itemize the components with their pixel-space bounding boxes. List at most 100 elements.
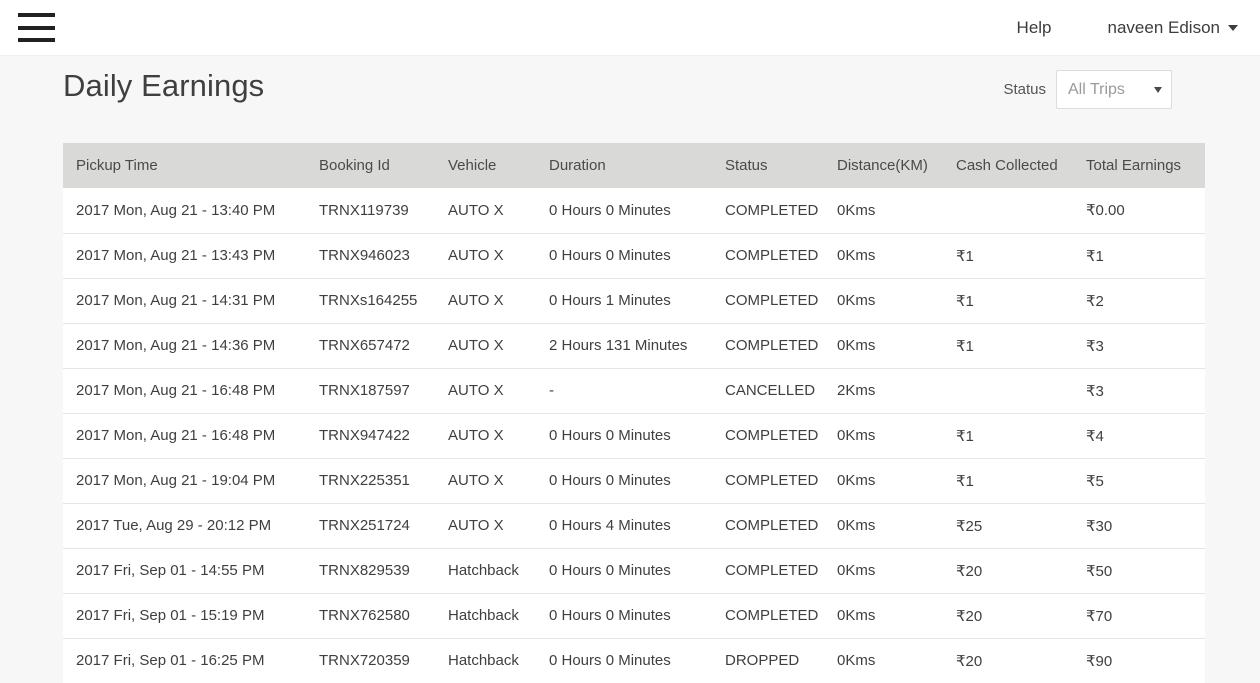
cell-total-earnings: ₹70 bbox=[1073, 593, 1205, 638]
cell-vehicle: AUTO X bbox=[435, 233, 536, 278]
cell-booking-id: TRNX947422 bbox=[306, 413, 435, 458]
table-row[interactable]: 2017 Mon, Aug 21 - 13:40 PMTRNX119739AUT… bbox=[63, 188, 1205, 233]
table-row[interactable]: 2017 Mon, Aug 21 - 19:04 PMTRNX225351AUT… bbox=[63, 458, 1205, 503]
cell-total-earnings: ₹90 bbox=[1073, 638, 1205, 683]
earnings-table: Pickup Time Booking Id Vehicle Duration … bbox=[63, 143, 1205, 683]
cell-duration: 0 Hours 0 Minutes bbox=[536, 548, 712, 593]
hamburger-menu-icon[interactable] bbox=[18, 13, 55, 42]
cell-cash-collected: ₹1 bbox=[943, 233, 1073, 278]
cell-distance: 0Kms bbox=[824, 503, 943, 548]
column-header-duration[interactable]: Duration bbox=[536, 143, 712, 188]
cell-vehicle: AUTO X bbox=[435, 188, 536, 233]
cell-distance: 0Kms bbox=[824, 638, 943, 683]
cell-booking-id: TRNXs164255 bbox=[306, 278, 435, 323]
cell-distance: 0Kms bbox=[824, 593, 943, 638]
column-header-distance[interactable]: Distance(KM) bbox=[824, 143, 943, 188]
cell-cash-collected: ₹1 bbox=[943, 458, 1073, 503]
navbar-right-group: Help naveen Edison bbox=[1003, 0, 1260, 56]
cell-status: DROPPED bbox=[712, 638, 824, 683]
cell-cash-collected: ₹1 bbox=[943, 278, 1073, 323]
select-arrow-down-icon bbox=[1154, 87, 1162, 93]
cell-cash-collected: ₹20 bbox=[943, 638, 1073, 683]
cell-cash-collected: ₹25 bbox=[943, 503, 1073, 548]
cell-pickup-time: 2017 Mon, Aug 21 - 16:48 PM bbox=[63, 368, 306, 413]
cell-pickup-time: 2017 Mon, Aug 21 - 14:31 PM bbox=[63, 278, 306, 323]
cell-duration: 0 Hours 0 Minutes bbox=[536, 233, 712, 278]
cell-cash-collected: ₹1 bbox=[943, 323, 1073, 368]
cell-pickup-time: 2017 Fri, Sep 01 - 15:19 PM bbox=[63, 593, 306, 638]
cell-vehicle: AUTO X bbox=[435, 413, 536, 458]
status-filter-value: All Trips bbox=[1057, 81, 1125, 99]
cell-duration: 0 Hours 1 Minutes bbox=[536, 278, 712, 323]
column-header-booking-id[interactable]: Booking Id bbox=[306, 143, 435, 188]
cell-cash-collected bbox=[943, 188, 1073, 233]
cell-total-earnings: ₹30 bbox=[1073, 503, 1205, 548]
cell-status: COMPLETED bbox=[712, 548, 824, 593]
cell-distance: 0Kms bbox=[824, 278, 943, 323]
cell-distance: 0Kms bbox=[824, 233, 943, 278]
cell-vehicle: AUTO X bbox=[435, 323, 536, 368]
cell-duration: - bbox=[536, 368, 712, 413]
hamburger-bar bbox=[18, 13, 55, 17]
column-header-status[interactable]: Status bbox=[712, 143, 824, 188]
cell-booking-id: TRNX225351 bbox=[306, 458, 435, 503]
help-link[interactable]: Help bbox=[1003, 0, 1066, 56]
cell-distance: 0Kms bbox=[824, 413, 943, 458]
status-filter-select[interactable]: All Trips bbox=[1056, 70, 1172, 109]
page-header: Daily Earnings Status All Trips bbox=[0, 56, 1260, 122]
table-row[interactable]: 2017 Fri, Sep 01 - 15:19 PMTRNX762580Hat… bbox=[63, 593, 1205, 638]
table-row[interactable]: 2017 Mon, Aug 21 - 14:36 PMTRNX657472AUT… bbox=[63, 323, 1205, 368]
table-row[interactable]: 2017 Fri, Sep 01 - 16:25 PMTRNX720359Hat… bbox=[63, 638, 1205, 683]
cell-total-earnings: ₹4 bbox=[1073, 413, 1205, 458]
cell-total-earnings: ₹3 bbox=[1073, 368, 1205, 413]
cell-pickup-time: 2017 Mon, Aug 21 - 19:04 PM bbox=[63, 458, 306, 503]
column-header-cash-collected[interactable]: Cash Collected bbox=[943, 143, 1073, 188]
cell-distance: 2Kms bbox=[824, 368, 943, 413]
cell-vehicle: AUTO X bbox=[435, 503, 536, 548]
cell-pickup-time: 2017 Fri, Sep 01 - 16:25 PM bbox=[63, 638, 306, 683]
table-row[interactable]: 2017 Tue, Aug 29 - 20:12 PMTRNX251724AUT… bbox=[63, 503, 1205, 548]
status-filter-label: Status bbox=[1003, 81, 1046, 98]
cell-status: COMPLETED bbox=[712, 593, 824, 638]
cell-total-earnings: ₹50 bbox=[1073, 548, 1205, 593]
cell-duration: 0 Hours 0 Minutes bbox=[536, 593, 712, 638]
table-row[interactable]: 2017 Mon, Aug 21 - 16:48 PMTRNX187597AUT… bbox=[63, 368, 1205, 413]
table-row[interactable]: 2017 Mon, Aug 21 - 13:43 PMTRNX946023AUT… bbox=[63, 233, 1205, 278]
page-title: Daily Earnings bbox=[63, 68, 264, 104]
cell-cash-collected: ₹20 bbox=[943, 593, 1073, 638]
cell-pickup-time: 2017 Mon, Aug 21 - 13:43 PM bbox=[63, 233, 306, 278]
cell-distance: 0Kms bbox=[824, 188, 943, 233]
cell-vehicle: Hatchback bbox=[435, 593, 536, 638]
cell-cash-collected: ₹1 bbox=[943, 413, 1073, 458]
column-header-pickup-time[interactable]: Pickup Time bbox=[63, 143, 306, 188]
cell-booking-id: TRNX829539 bbox=[306, 548, 435, 593]
cell-duration: 0 Hours 0 Minutes bbox=[536, 458, 712, 503]
cell-duration: 0 Hours 0 Minutes bbox=[536, 188, 712, 233]
cell-duration: 0 Hours 0 Minutes bbox=[536, 638, 712, 683]
status-filter-group: Status All Trips bbox=[1003, 70, 1172, 109]
cell-status: COMPLETED bbox=[712, 278, 824, 323]
column-header-vehicle[interactable]: Vehicle bbox=[435, 143, 536, 188]
cell-duration: 0 Hours 0 Minutes bbox=[536, 413, 712, 458]
cell-total-earnings: ₹0.00 bbox=[1073, 188, 1205, 233]
cell-vehicle: AUTO X bbox=[435, 278, 536, 323]
cell-pickup-time: 2017 Fri, Sep 01 - 14:55 PM bbox=[63, 548, 306, 593]
cell-vehicle: AUTO X bbox=[435, 458, 536, 503]
top-navbar: Help naveen Edison bbox=[0, 0, 1260, 56]
cell-status: COMPLETED bbox=[712, 413, 824, 458]
cell-pickup-time: 2017 Mon, Aug 21 - 13:40 PM bbox=[63, 188, 306, 233]
column-header-total-earnings[interactable]: Total Earnings bbox=[1073, 143, 1205, 188]
cell-status: COMPLETED bbox=[712, 233, 824, 278]
user-menu[interactable]: naveen Edison bbox=[1066, 0, 1260, 56]
cell-booking-id: TRNX946023 bbox=[306, 233, 435, 278]
cell-vehicle: Hatchback bbox=[435, 548, 536, 593]
table-row[interactable]: 2017 Mon, Aug 21 - 14:31 PMTRNXs164255AU… bbox=[63, 278, 1205, 323]
table-row[interactable]: 2017 Fri, Sep 01 - 14:55 PMTRNX829539Hat… bbox=[63, 548, 1205, 593]
table-row[interactable]: 2017 Mon, Aug 21 - 16:48 PMTRNX947422AUT… bbox=[63, 413, 1205, 458]
cell-total-earnings: ₹1 bbox=[1073, 233, 1205, 278]
cell-pickup-time: 2017 Mon, Aug 21 - 14:36 PM bbox=[63, 323, 306, 368]
cell-booking-id: TRNX720359 bbox=[306, 638, 435, 683]
cell-total-earnings: ₹3 bbox=[1073, 323, 1205, 368]
cell-pickup-time: 2017 Mon, Aug 21 - 16:48 PM bbox=[63, 413, 306, 458]
table-header-row: Pickup Time Booking Id Vehicle Duration … bbox=[63, 143, 1205, 188]
